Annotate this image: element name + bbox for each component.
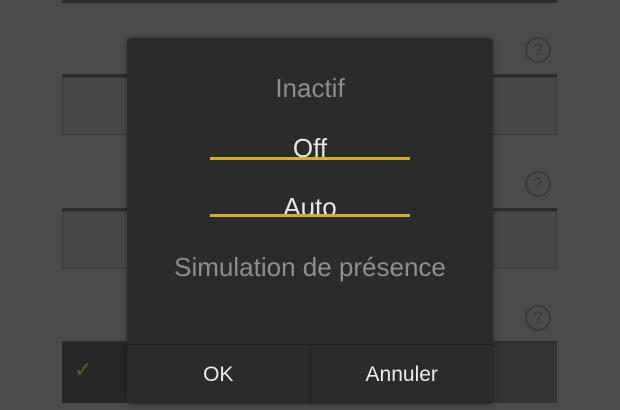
checkbox-cell[interactable] bbox=[62, 343, 128, 403]
help-icon[interactable]: ? bbox=[525, 37, 551, 63]
selection-underline bbox=[210, 214, 410, 217]
ok-button[interactable]: OK bbox=[127, 345, 310, 405]
cancel-button[interactable]: Annuler bbox=[309, 345, 494, 405]
option-auto[interactable]: Auto bbox=[127, 192, 493, 223]
help-icon[interactable]: ? bbox=[525, 305, 551, 331]
dialog-button-row: OK Annuler bbox=[127, 344, 493, 405]
screen: ? ? ? ✓ Inactif Off Auto Simulation de p… bbox=[0, 0, 620, 410]
selection-underline bbox=[210, 157, 410, 160]
checkmark-icon: ✓ bbox=[74, 357, 93, 382]
option-simulation-de-presence[interactable]: Simulation de présence bbox=[127, 252, 493, 283]
help-icon[interactable]: ? bbox=[525, 171, 551, 197]
divider bbox=[62, 0, 557, 3]
option-inactif[interactable]: Inactif bbox=[127, 73, 493, 104]
mode-dialog: Inactif Off Auto Simulation de présence … bbox=[127, 38, 493, 405]
